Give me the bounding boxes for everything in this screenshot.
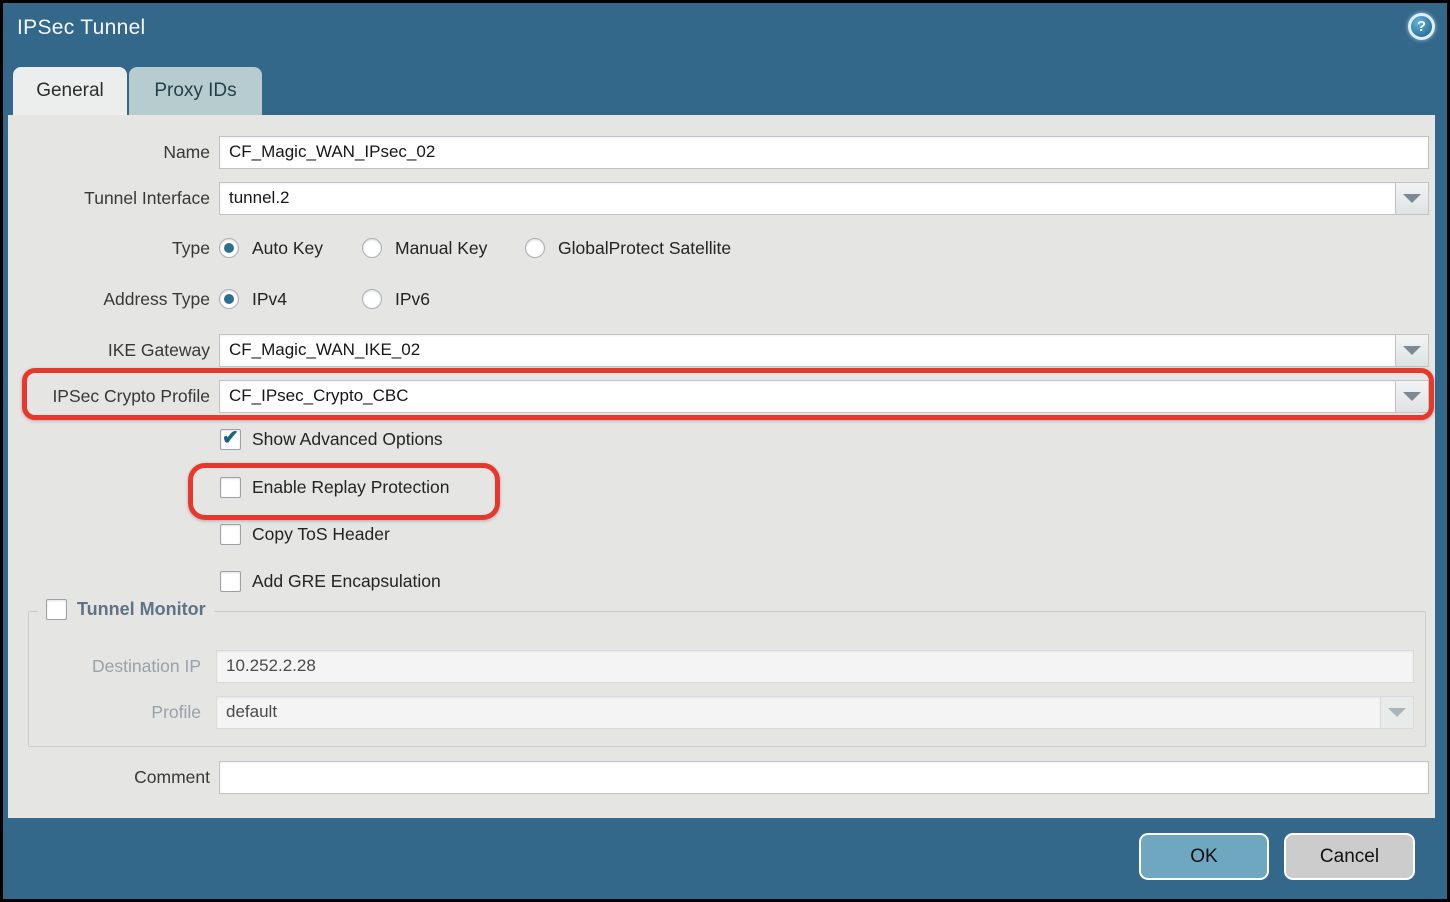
tunnel-monitor-label: Tunnel Monitor [77, 599, 206, 620]
profile-row: Profile [29, 695, 1414, 729]
radio-ipv4-control[interactable] [219, 289, 239, 309]
copy-tos-header-label: Copy ToS Header [252, 524, 390, 545]
chevron-down-icon [1403, 194, 1421, 203]
radio-manual-key[interactable]: Manual Key [362, 238, 525, 259]
tunnel-monitor-section: Tunnel Monitor Destination IP Profile [28, 611, 1426, 747]
comment-label: Comment [8, 767, 210, 788]
radio-ipv4-label: IPv4 [252, 289, 287, 310]
enable-replay-protection-checkbox[interactable] [220, 477, 241, 498]
radio-manual-key-label: Manual Key [395, 238, 487, 259]
ipsec-crypto-profile-row: IPSec Crypto Profile [8, 379, 1429, 413]
type-radio-group: Auto Key Manual Key GlobalProtect Satell… [219, 238, 731, 259]
ike-gateway-label: IKE Gateway [8, 340, 210, 361]
radio-globalprotect-satellite[interactable]: GlobalProtect Satellite [525, 238, 731, 259]
tunnel-interface-dropdown-button[interactable] [1396, 182, 1429, 215]
type-row: Type Auto Key Manual Key GlobalProtect S… [8, 231, 731, 265]
cancel-button[interactable]: Cancel [1284, 833, 1415, 880]
radio-ipv6-label: IPv6 [395, 289, 430, 310]
destination-ip-input [216, 650, 1414, 683]
chevron-down-icon [1388, 708, 1406, 717]
tab-general[interactable]: General [13, 67, 127, 115]
profile-input [216, 696, 1381, 729]
profile-label: Profile [29, 702, 201, 723]
help-icon[interactable]: ? [1408, 13, 1435, 40]
chevron-down-icon [1403, 346, 1421, 355]
tunnel-interface-row: Tunnel Interface [8, 181, 1429, 215]
dialog-title: IPSec Tunnel [17, 16, 146, 40]
radio-ipv4[interactable]: IPv4 [219, 289, 362, 310]
ipsec-crypto-profile-input[interactable] [219, 380, 1396, 413]
add-gre-encapsulation-checkbox-row[interactable]: Add GRE Encapsulation [220, 571, 441, 592]
name-row: Name [8, 135, 1429, 169]
general-tab-panel: Name Tunnel Interface Type Auto Key Manu… [8, 115, 1435, 818]
radio-auto-key-control[interactable] [219, 238, 239, 258]
dialog-footer: OK Cancel [3, 818, 1447, 899]
name-label: Name [8, 142, 210, 163]
show-advanced-options-checkbox-row[interactable]: Show Advanced Options [220, 429, 443, 450]
enable-replay-protection-checkbox-row[interactable]: Enable Replay Protection [220, 477, 449, 498]
title-bar: IPSec Tunnel ? [3, 3, 1447, 65]
radio-auto-key-label: Auto Key [252, 238, 323, 259]
ipsec-crypto-profile-dropdown-button[interactable] [1396, 380, 1429, 413]
comment-row: Comment [8, 760, 1429, 794]
profile-dropdown-button [1381, 696, 1414, 729]
copy-tos-header-checkbox[interactable] [220, 524, 241, 545]
address-type-row: Address Type IPv4 IPv6 [8, 282, 430, 316]
ipsec-tunnel-dialog: IPSec Tunnel ? General Proxy IDs Name Tu… [0, 0, 1450, 902]
radio-globalprotect-satellite-control[interactable] [525, 238, 545, 258]
ike-gateway-input[interactable] [219, 334, 1396, 367]
comment-input[interactable] [219, 761, 1429, 794]
radio-manual-key-control[interactable] [362, 238, 382, 258]
radio-auto-key[interactable]: Auto Key [219, 238, 362, 259]
tunnel-monitor-checkbox[interactable] [46, 599, 67, 620]
chevron-down-icon [1403, 392, 1421, 401]
add-gre-encapsulation-label: Add GRE Encapsulation [252, 571, 441, 592]
tab-proxy-ids[interactable]: Proxy IDs [129, 67, 262, 115]
tunnel-interface-input[interactable] [219, 182, 1396, 215]
destination-ip-row: Destination IP [29, 649, 1414, 683]
ok-button[interactable]: OK [1139, 833, 1269, 880]
show-advanced-options-label: Show Advanced Options [252, 429, 443, 450]
show-advanced-options-checkbox[interactable] [220, 429, 241, 450]
ike-gateway-row: IKE Gateway [8, 333, 1429, 367]
tunnel-interface-label: Tunnel Interface [8, 188, 210, 209]
address-type-label: Address Type [8, 289, 210, 310]
address-type-radio-group: IPv4 IPv6 [219, 289, 430, 310]
radio-globalprotect-satellite-label: GlobalProtect Satellite [558, 238, 731, 259]
radio-ipv6[interactable]: IPv6 [362, 289, 430, 310]
tunnel-monitor-checkbox-row[interactable]: Tunnel Monitor [38, 599, 214, 620]
destination-ip-label: Destination IP [29, 656, 201, 677]
ike-gateway-dropdown-button[interactable] [1396, 334, 1429, 367]
add-gre-encapsulation-checkbox[interactable] [220, 571, 241, 592]
name-input[interactable] [219, 136, 1429, 169]
copy-tos-header-checkbox-row[interactable]: Copy ToS Header [220, 524, 390, 545]
ipsec-crypto-profile-label: IPSec Crypto Profile [8, 386, 210, 407]
enable-replay-protection-label: Enable Replay Protection [252, 477, 449, 498]
radio-ipv6-control[interactable] [362, 289, 382, 309]
type-label: Type [8, 238, 210, 259]
